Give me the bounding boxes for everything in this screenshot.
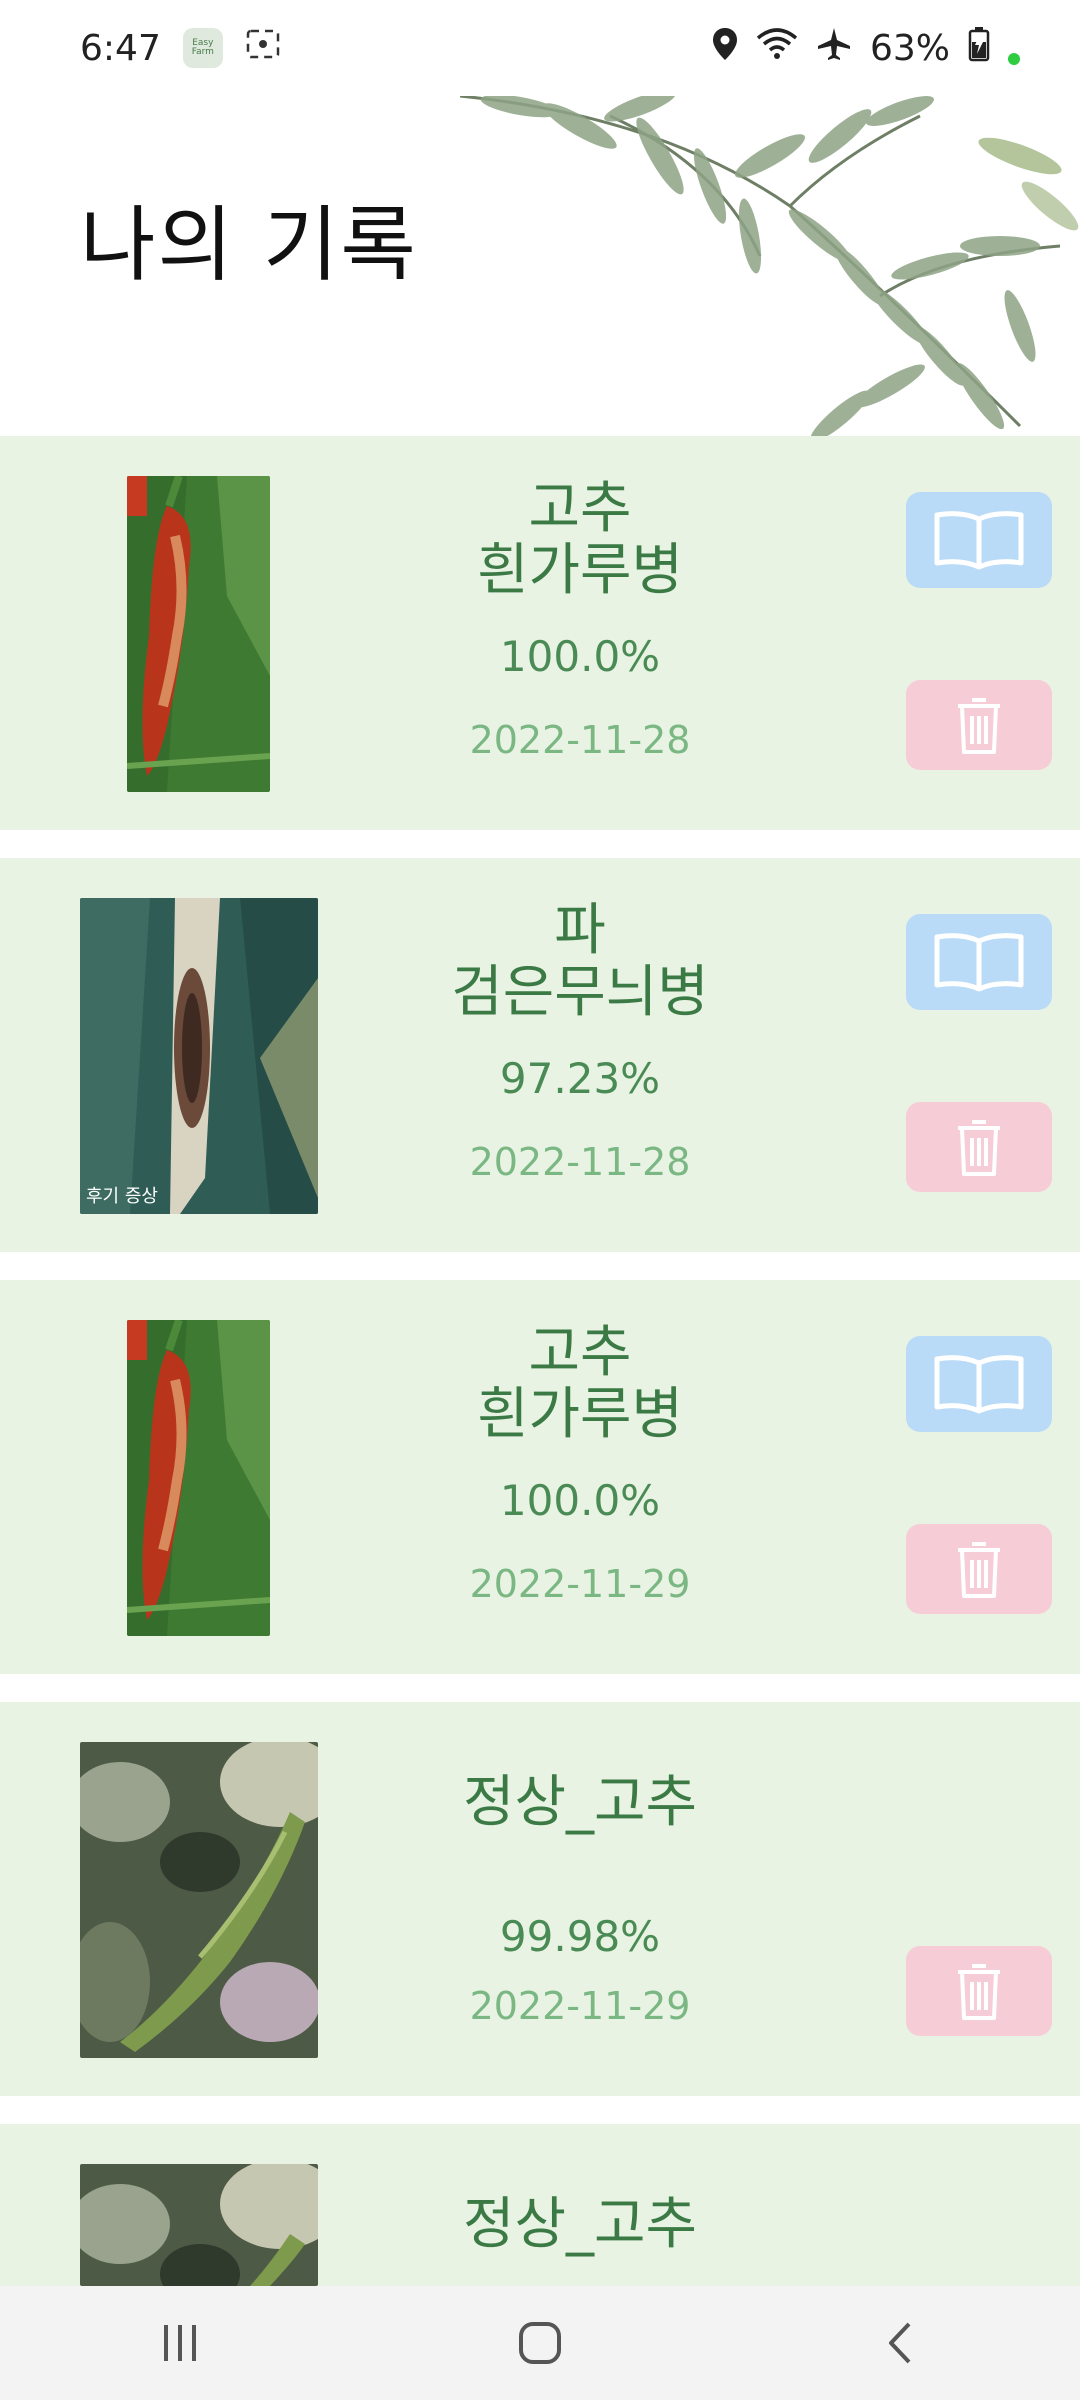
book-open-icon	[934, 1355, 1024, 1414]
record-thumbnail	[80, 1742, 318, 2058]
record-card[interactable]: 정상_고추	[0, 2124, 1080, 2286]
status-bar: 6:47 Easy Farm 63%	[0, 0, 1080, 96]
record-info: 정상_고추	[330, 2124, 830, 2286]
view-info-button[interactable]	[906, 492, 1052, 588]
battery-icon	[968, 26, 990, 71]
status-time: 6:47	[80, 27, 161, 69]
back-button[interactable]	[840, 2303, 960, 2383]
record-thumbnail: 후기 증상	[80, 898, 318, 1214]
green-pepper-photo	[80, 1742, 318, 2058]
location-icon	[712, 27, 738, 70]
record-date: 2022-11-28	[469, 718, 691, 762]
confidence-value: 97.23%	[499, 1054, 661, 1103]
view-info-button[interactable]	[906, 914, 1052, 1010]
trash-icon	[958, 1964, 1000, 2020]
book-open-icon	[934, 933, 1024, 992]
active-indicator-dot	[1008, 53, 1020, 65]
page-header: 나의 기록	[0, 96, 1080, 436]
battery-percent: 63%	[869, 27, 950, 69]
screen-capture-icon	[245, 28, 281, 69]
disease-name: 검은무늬병	[451, 960, 709, 1025]
app-badge-text: Easy Farm	[191, 38, 214, 57]
recent-apps-button[interactable]	[120, 2303, 240, 2383]
delete-button[interactable]	[906, 1946, 1052, 2036]
green-onion-leaf-photo	[80, 898, 318, 1214]
airplane-mode-icon	[816, 26, 852, 71]
red-pepper-photo	[127, 1320, 270, 1636]
olive-leaves-decoration	[460, 96, 1079, 436]
record-thumbnail	[127, 476, 270, 792]
record-thumbnail	[127, 1320, 270, 1636]
system-nav-bar	[0, 2286, 1080, 2400]
confidence-value: 100.0%	[499, 632, 661, 681]
page-title: 나의 기록	[80, 198, 418, 293]
delete-button[interactable]	[906, 680, 1052, 770]
crop-name: 고추	[528, 1320, 632, 1385]
record-date: 2022-11-29	[469, 1984, 691, 2028]
result-name: 정상_고추	[462, 1770, 698, 1835]
view-info-button[interactable]	[906, 1336, 1052, 1432]
record-date: 2022-11-28	[469, 1140, 691, 1184]
record-info: 고추 흰가루병 100.0% 2022-11-29	[330, 1280, 830, 1674]
record-date: 2022-11-29	[469, 1562, 691, 1606]
back-icon	[889, 2322, 911, 2364]
record-info: 고추 흰가루병 100.0% 2022-11-28	[330, 436, 830, 830]
record-card[interactable]: 정상_고추 99.98% 2022-11-29	[0, 1702, 1080, 2096]
thumbnail-caption: 후기 증상	[86, 1186, 158, 1207]
result-name: 정상_고추	[462, 2192, 698, 2257]
record-info: 파 검은무늬병 97.23% 2022-11-28	[330, 858, 830, 1252]
app-notification-icon: Easy Farm	[182, 28, 223, 68]
record-info: 정상_고추 99.98% 2022-11-29	[330, 1702, 830, 2096]
record-thumbnail	[80, 2164, 318, 2286]
red-pepper-photo	[127, 476, 270, 792]
crop-name: 파	[554, 898, 606, 963]
record-card[interactable]: 고추 흰가루병 100.0% 2022-11-28	[0, 436, 1080, 830]
recent-apps-icon	[164, 2325, 196, 2361]
wifi-icon	[756, 27, 798, 69]
delete-button[interactable]	[906, 1524, 1052, 1614]
crop-name: 고추	[528, 476, 632, 541]
trash-icon	[958, 698, 1000, 754]
delete-button[interactable]	[906, 1102, 1052, 1192]
trash-icon	[958, 1542, 1000, 1598]
confidence-value: 100.0%	[499, 1476, 661, 1525]
disease-name: 흰가루병	[476, 538, 684, 603]
home-button[interactable]	[480, 2303, 600, 2383]
record-card[interactable]: 고추 흰가루병 100.0% 2022-11-29	[0, 1280, 1080, 1674]
confidence-value: 99.98%	[499, 1912, 661, 1961]
green-pepper-photo	[80, 2164, 318, 2286]
disease-name: 흰가루병	[476, 1382, 684, 1447]
record-card[interactable]: 후기 증상 파 검은무늬병 97.23% 2022-11-28	[0, 858, 1080, 1252]
home-icon	[519, 2322, 561, 2364]
book-open-icon	[934, 511, 1024, 570]
trash-icon	[958, 1120, 1000, 1176]
